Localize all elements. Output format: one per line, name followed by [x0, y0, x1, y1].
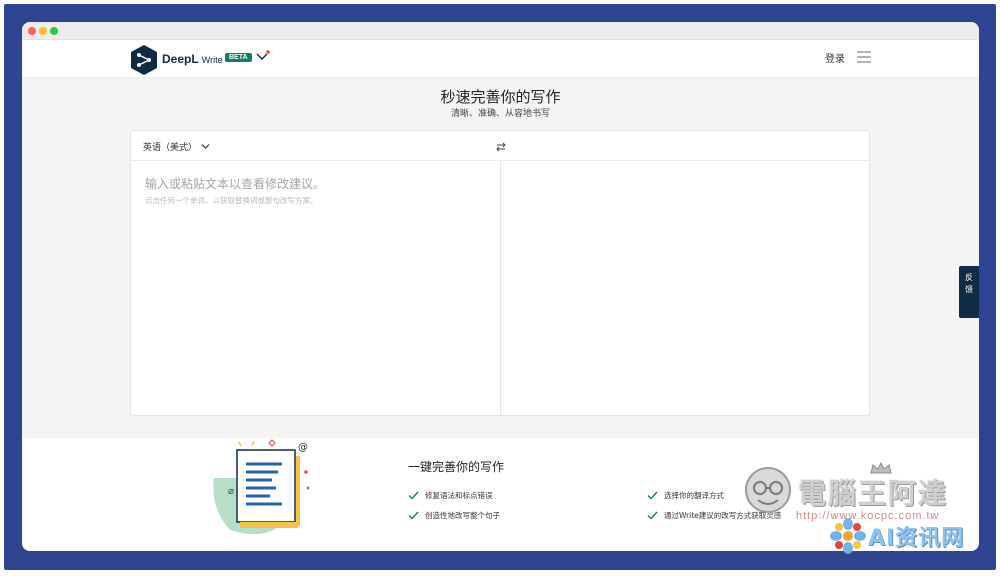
beta-badge: BETA	[225, 53, 252, 62]
check-icon	[408, 491, 419, 500]
page-subtitle: 清晰、准确、从容地书写	[450, 109, 550, 119]
close-window-button[interactable]	[28, 27, 36, 35]
window-titlebar	[22, 22, 979, 40]
minimize-window-button[interactable]	[39, 27, 47, 35]
product-name: Write	[201, 55, 223, 65]
page-title: 秒速完善你的写作	[440, 88, 561, 106]
check-icon	[647, 491, 658, 500]
source-text-input[interactable]: 输入或粘贴文本以查看修改建议。	[145, 175, 485, 192]
language-select-label: 英语（美式）	[143, 143, 198, 153]
login-link[interactable]: 登录	[825, 50, 845, 65]
language-select[interactable]: 英语（美式）	[143, 140, 210, 153]
result-pane	[501, 162, 870, 416]
feature-item: 创造性地改写整个句子	[408, 510, 500, 521]
source-input-hint: 点击任何一个单词，以获取替换词或整句改写方案。	[145, 196, 318, 205]
site-header: DeepL Write BETA 登录	[22, 40, 979, 78]
logo-wordmark[interactable]: DeepL Write	[162, 52, 223, 66]
features-title: 一键完善你的写作	[408, 460, 505, 474]
features-section: @ ⌀ 一键完善你的写作 修复语法和标点错误 创造性地改写整个句子 选择你的翻译…	[22, 438, 979, 551]
feature-item: 修复语法和标点错误	[408, 490, 493, 501]
feature-item: 通过Write建议的改写方式获取灵感	[647, 510, 781, 521]
feature-item: 选择你的翻译方式	[647, 490, 724, 501]
svg-text:⌀: ⌀	[228, 486, 234, 497]
check-icon	[647, 511, 658, 520]
editor-toolbar: 英语（美式）	[131, 131, 869, 161]
deepl-logo-icon[interactable]	[130, 44, 158, 76]
browser-window: DeepL Write BETA 登录 秒速完善你的写作 清晰、准确、从容地书写…	[22, 22, 979, 551]
feature-label: 修复语法和标点错误	[425, 491, 493, 500]
feature-label: 通过Write建议的改写方式获取灵感	[664, 511, 782, 520]
swap-icon[interactable]	[495, 141, 507, 153]
feature-label: 选择你的翻译方式	[664, 491, 724, 500]
chevron-down-icon	[201, 144, 210, 149]
maximize-window-button[interactable]	[50, 27, 58, 35]
check-icon	[408, 511, 419, 520]
chevron-down-icon[interactable]	[255, 49, 271, 63]
writing-editor: 英语（美式） 输入或粘贴文本以查看修改建议。 点击任何一个单词，以获取替换词或整…	[130, 130, 870, 416]
document-illustration: @ ⌀	[213, 439, 310, 535]
brand-name: DeepL	[162, 52, 199, 66]
feature-label: 创造性地改写整个句子	[425, 511, 500, 520]
menu-icon[interactable]	[856, 50, 872, 64]
svg-text:@: @	[298, 442, 308, 453]
feedback-tab[interactable]: 反馈	[959, 266, 979, 318]
